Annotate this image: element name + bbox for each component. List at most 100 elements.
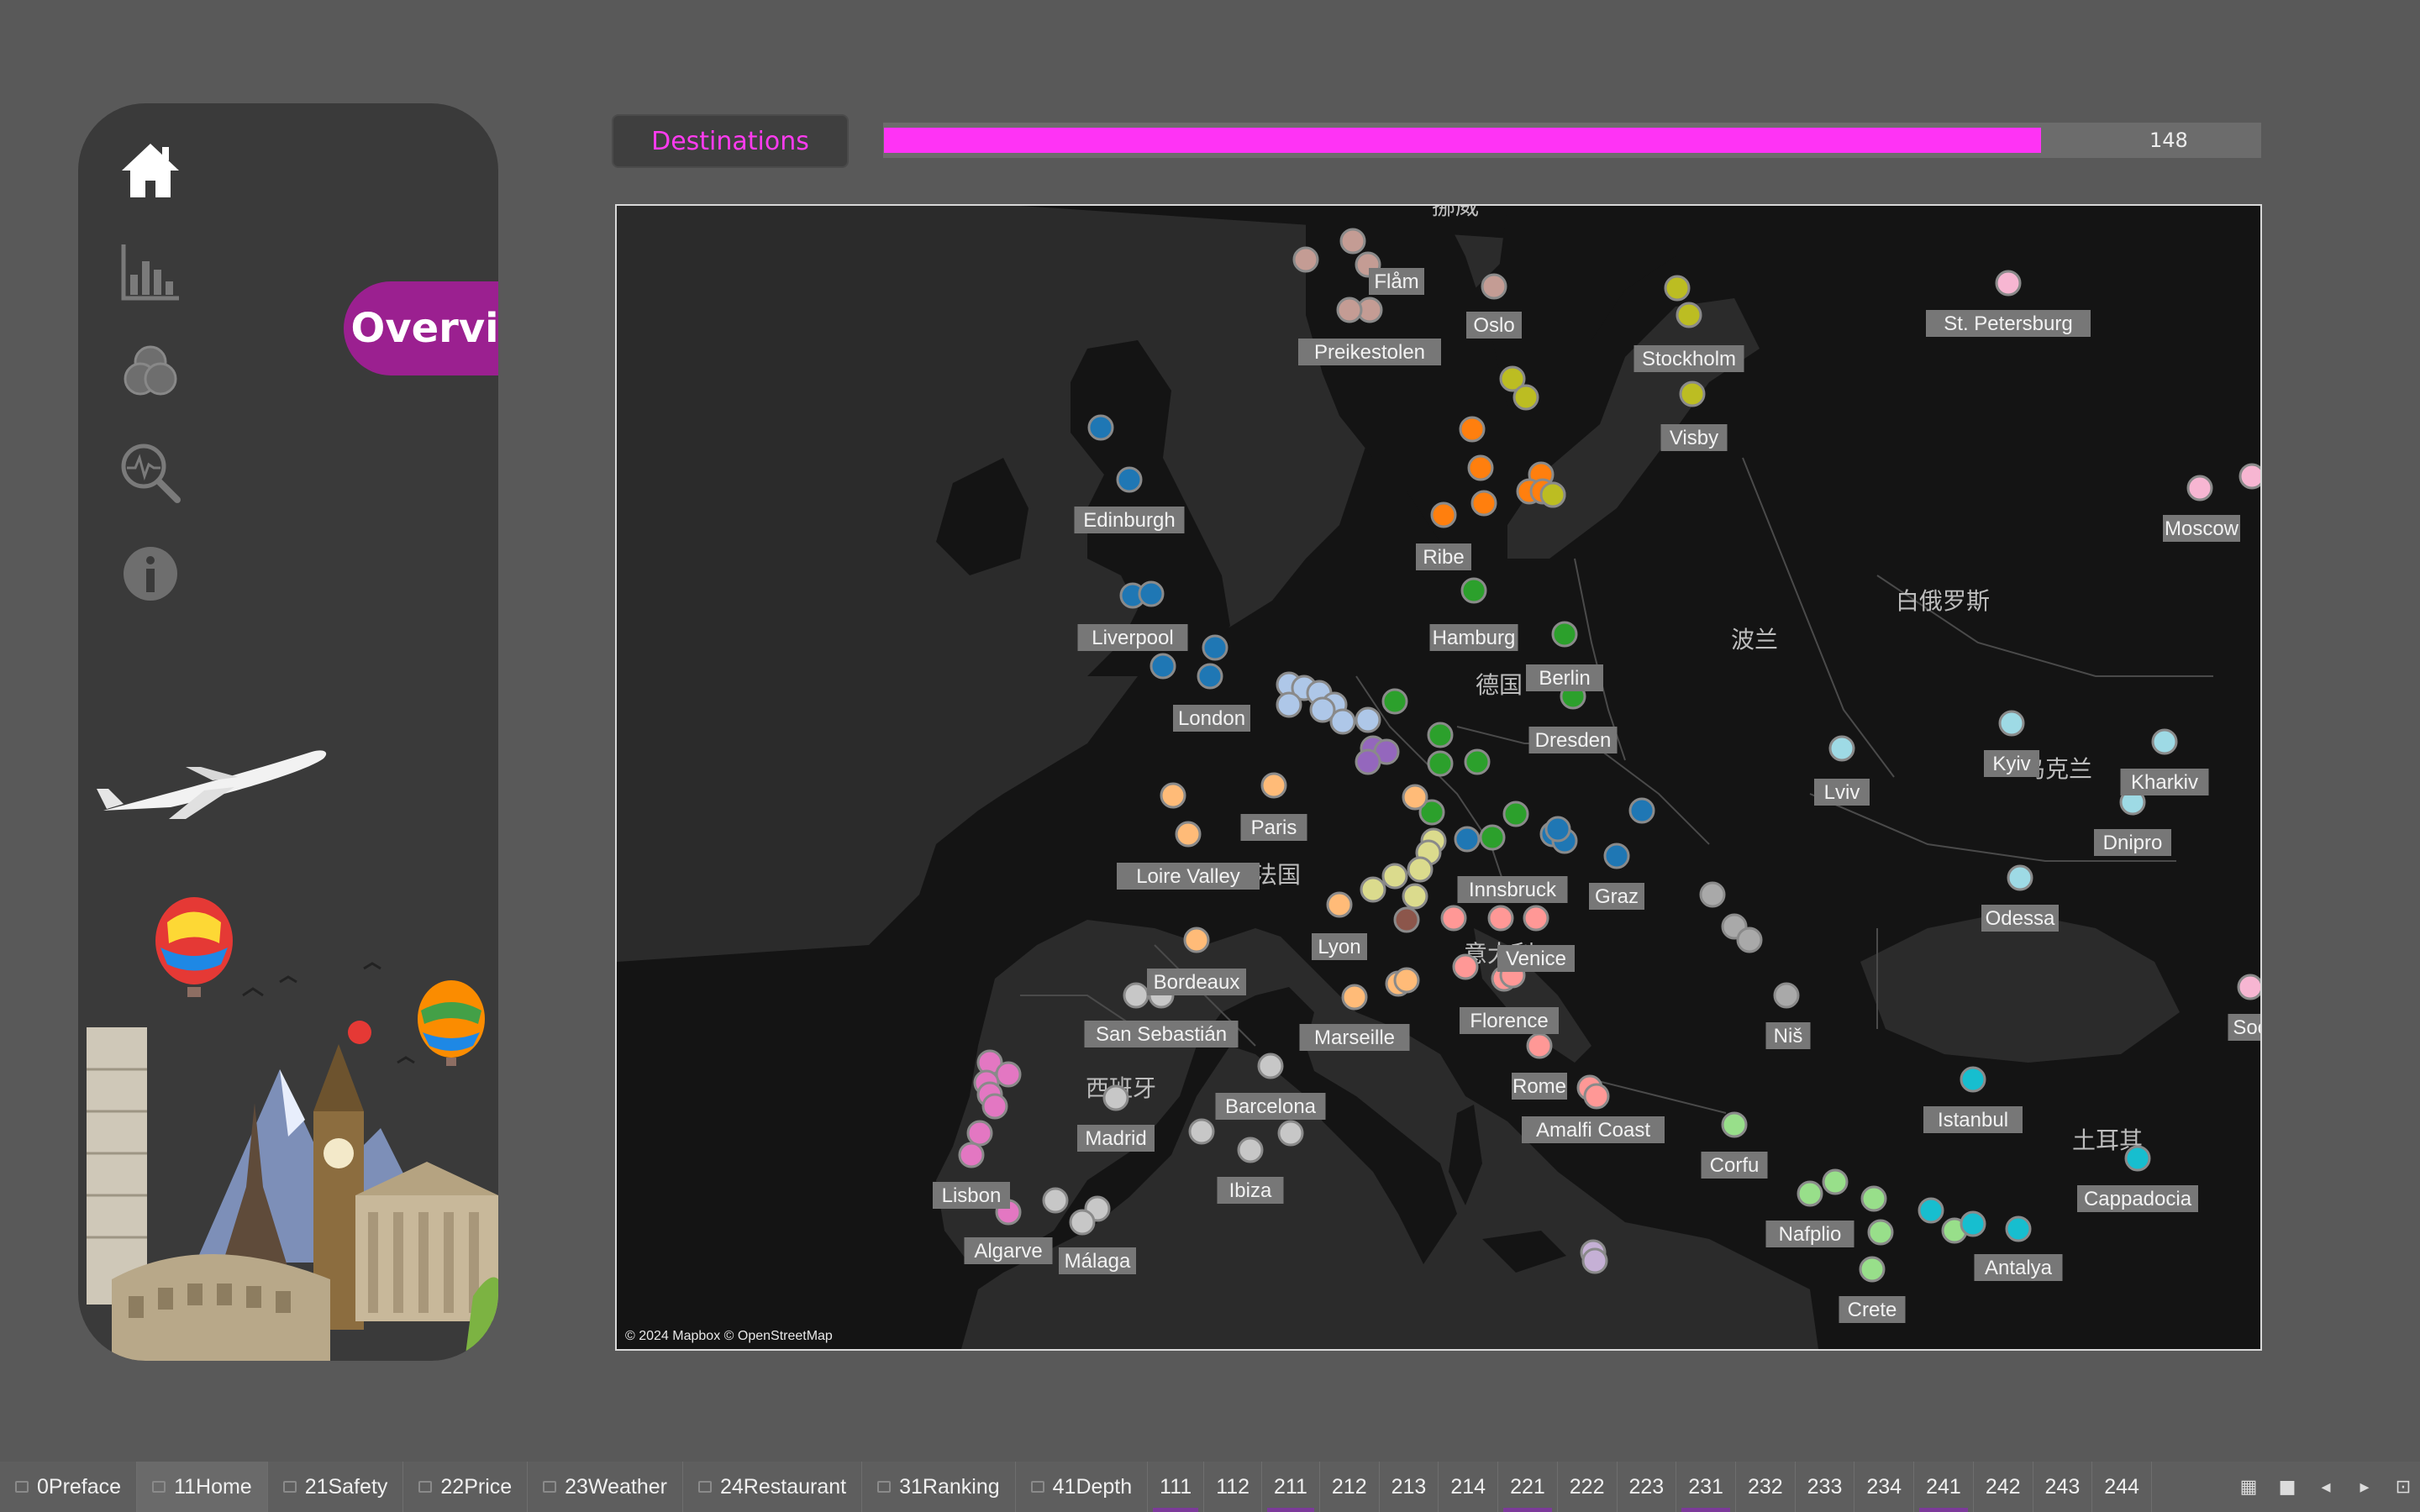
destination-marker[interactable]: [1454, 826, 1481, 853]
destination-marker[interactable]: [1427, 722, 1454, 748]
destination-marker[interactable]: [1197, 663, 1223, 690]
destination-marker[interactable]: [1581, 1247, 1608, 1274]
destination-marker[interactable]: [1430, 501, 1457, 528]
destination-marker[interactable]: [1867, 1219, 1894, 1246]
destination-marker[interactable]: [1512, 384, 1539, 411]
destination-marker[interactable]: [1995, 270, 2022, 297]
destination-marker[interactable]: [1721, 1111, 1748, 1138]
sheet-tab-222[interactable]: 222: [1558, 1462, 1618, 1512]
destination-marker[interactable]: [1160, 782, 1186, 809]
sheet-tab-24restaurant[interactable]: 24Restaurant: [683, 1462, 863, 1512]
destination-marker[interactable]: [1460, 577, 1487, 604]
sheet-tab-223[interactable]: 223: [1618, 1462, 1677, 1512]
sheet-tab-11home[interactable]: 11Home: [137, 1462, 268, 1512]
sheet-tab-213[interactable]: 213: [1380, 1462, 1439, 1512]
destination-marker[interactable]: [1526, 1032, 1553, 1059]
info-icon[interactable]: [117, 540, 184, 607]
sheet-tab-21safety[interactable]: 21Safety: [268, 1462, 404, 1512]
grid-view-icon[interactable]: ▦: [2238, 1477, 2259, 1498]
destination-marker[interactable]: [1277, 1120, 1304, 1147]
destination-marker[interactable]: [2237, 974, 2260, 1000]
destination-marker[interactable]: [2238, 463, 2260, 490]
destination-marker[interactable]: [1828, 735, 1855, 762]
destination-marker[interactable]: [1341, 984, 1368, 1011]
bar-chart-icon[interactable]: [117, 238, 184, 305]
destination-marker[interactable]: [1998, 710, 2025, 737]
destination-marker[interactable]: [1523, 905, 1549, 932]
sheet-tab-211[interactable]: 211: [1262, 1462, 1320, 1512]
destination-marker[interactable]: [1407, 856, 1434, 883]
destination-marker[interactable]: [1583, 1083, 1610, 1110]
sheet-tab-221[interactable]: 221: [1498, 1462, 1558, 1512]
destination-marker[interactable]: [1679, 381, 1706, 407]
destination-marker[interactable]: [1381, 863, 1408, 890]
destination-marker[interactable]: [1452, 953, 1479, 980]
destination-marker[interactable]: [1116, 466, 1143, 493]
destination-marker[interactable]: [1336, 297, 1363, 323]
destination-marker[interactable]: [1102, 1084, 1129, 1111]
destination-marker[interactable]: [1736, 927, 1763, 953]
destination-marker[interactable]: [1257, 1053, 1284, 1079]
destination-marker[interactable]: [1664, 275, 1691, 302]
destination-marker[interactable]: [1042, 1187, 1069, 1214]
sheet-tab-0preface[interactable]: 0Preface: [0, 1462, 138, 1512]
destination-marker[interactable]: [1960, 1210, 1986, 1237]
sheet-tab-233[interactable]: 233: [1796, 1462, 1855, 1512]
sheet-tab-214[interactable]: 214: [1439, 1462, 1499, 1512]
destination-marker[interactable]: [1183, 927, 1210, 953]
destination-marker[interactable]: [1773, 982, 1800, 1009]
destination-marker[interactable]: [1464, 748, 1491, 775]
destination-marker[interactable]: [1188, 1118, 1215, 1145]
destination-marker[interactable]: [1470, 490, 1497, 517]
venn-circles-icon[interactable]: [117, 339, 184, 406]
destination-marker[interactable]: [1860, 1185, 1887, 1212]
destination-marker[interactable]: [1326, 891, 1353, 918]
destination-marker[interactable]: [1440, 905, 1467, 932]
destination-marker[interactable]: [1355, 706, 1381, 733]
sheet-tab-241[interactable]: 241: [1914, 1462, 1974, 1512]
destination-marker[interactable]: [1551, 621, 1578, 648]
destination-marker[interactable]: [1544, 816, 1571, 843]
destinations-map[interactable]: 挪威 德国 法国 波兰 白俄罗斯 乌克兰 西班牙 意大利 土耳其: [615, 204, 2262, 1351]
destination-marker[interactable]: [1467, 454, 1494, 481]
destination-marker[interactable]: [1539, 481, 1566, 508]
destination-marker[interactable]: [1502, 801, 1529, 827]
destination-marker[interactable]: [981, 1093, 1008, 1120]
destination-marker[interactable]: [1859, 1256, 1886, 1283]
destination-marker[interactable]: [2005, 1215, 2032, 1242]
destination-marker[interactable]: [958, 1142, 985, 1168]
filmstrip-view-icon[interactable]: ■: [2277, 1477, 2297, 1498]
destination-marker[interactable]: [1393, 906, 1420, 933]
scroll-right-icon[interactable]: ▸: [2354, 1477, 2375, 1498]
destination-marker[interactable]: [1479, 824, 1506, 851]
sheet-tab-232[interactable]: 232: [1736, 1462, 1796, 1512]
destination-marker[interactable]: [2124, 1145, 2151, 1172]
sheet-tab-23weather[interactable]: 23Weather: [528, 1462, 683, 1512]
sheet-tab-212[interactable]: 212: [1320, 1462, 1380, 1512]
destination-marker[interactable]: [1960, 1066, 1986, 1093]
destination-marker[interactable]: [1150, 653, 1176, 680]
sheet-tab-31ranking[interactable]: 31Ranking: [862, 1462, 1016, 1512]
sheet-tab-231[interactable]: 231: [1676, 1462, 1736, 1512]
destination-marker[interactable]: [1393, 967, 1420, 994]
destination-marker[interactable]: [995, 1061, 1022, 1088]
destination-marker[interactable]: [1237, 1137, 1264, 1163]
sheet-tab-234[interactable]: 234: [1854, 1462, 1915, 1512]
destination-marker[interactable]: [966, 1120, 993, 1147]
destination-marker[interactable]: [1175, 821, 1202, 848]
overview-tab[interactable]: Overview: [344, 281, 498, 375]
destination-marker[interactable]: [1676, 302, 1702, 328]
sheet-tab-243[interactable]: 243: [2033, 1462, 2093, 1512]
destination-marker[interactable]: [1402, 883, 1428, 910]
destination-marker[interactable]: [1603, 843, 1630, 869]
destination-marker[interactable]: [1487, 905, 1514, 932]
destination-marker[interactable]: [1355, 748, 1381, 775]
destination-marker[interactable]: [1138, 580, 1165, 607]
presentation-mode-icon[interactable]: ⊡: [2393, 1477, 2413, 1498]
europe-map[interactable]: 挪威 德国 法国 波兰 白俄罗斯 乌克兰 西班牙 意大利 土耳其: [617, 206, 2260, 1349]
destination-marker[interactable]: [1381, 688, 1408, 715]
sheet-tab-22price[interactable]: 22Price: [403, 1462, 529, 1512]
destination-marker[interactable]: [1822, 1168, 1849, 1195]
destination-marker[interactable]: [1087, 414, 1114, 441]
magnifier-pulse-icon[interactable]: [117, 439, 184, 507]
